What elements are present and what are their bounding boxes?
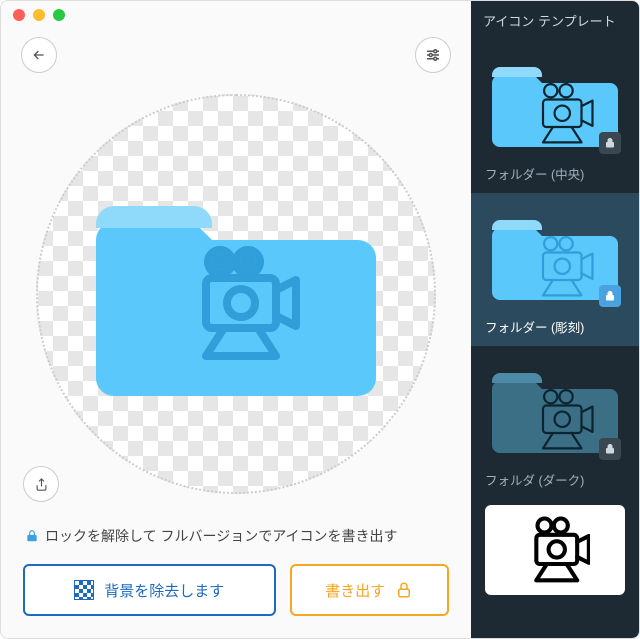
zoom-icon[interactable] [53, 9, 65, 21]
template-item-plain[interactable] [485, 505, 625, 595]
action-row: 背景を除去します 書き出す [1, 554, 471, 638]
template-sidebar: アイコン テンプレート フォルダー (中央) [471, 1, 639, 638]
lock-badge [599, 438, 621, 460]
titlebar [1, 1, 471, 29]
template-thumb [485, 201, 625, 311]
settings-button[interactable] [415, 37, 451, 73]
template-thumb [485, 354, 625, 464]
share-button[interactable] [23, 466, 59, 502]
sidebar-title: アイコン テンプレート [471, 1, 639, 40]
export-button[interactable]: 書き出す [290, 564, 449, 616]
template-item-dark[interactable]: フォルダ (ダーク) [471, 346, 639, 499]
remove-background-label: 背景を除去します [104, 580, 224, 601]
lock-badge [599, 132, 621, 154]
transparency-icon [74, 580, 94, 600]
lock-icon [395, 581, 413, 599]
close-icon[interactable] [13, 9, 25, 21]
back-button[interactable] [21, 37, 57, 73]
app-window: ロックを解除して フルバージョンでアイコンを書き出す 背景を除去します 書き出す… [0, 0, 640, 639]
template-thumb [485, 48, 625, 158]
lock-message-text: ロックを解除して フルバージョンでアイコンを書き出す [45, 526, 398, 546]
template-label: フォルダー (中央) [485, 158, 625, 189]
template-label: フォルダー (彫刻) [485, 311, 625, 342]
template-item-engraved[interactable]: フォルダー (彫刻) [471, 193, 639, 346]
export-label: 書き出す [325, 580, 385, 601]
window-controls [13, 9, 65, 21]
preview-area [1, 73, 471, 514]
preview-canvas[interactable] [36, 94, 436, 494]
remove-background-button[interactable]: 背景を除去します [23, 564, 276, 616]
template-item-center[interactable]: フォルダー (中央) [471, 40, 639, 193]
main-panel: ロックを解除して フルバージョンでアイコンを書き出す 背景を除去します 書き出す [1, 1, 471, 638]
top-toolbar [1, 29, 471, 73]
template-label: フォルダ (ダーク) [485, 464, 625, 495]
folder-icon [96, 186, 376, 411]
minimize-icon[interactable] [33, 9, 45, 21]
lock-badge [599, 285, 621, 307]
lock-message: ロックを解除して フルバージョンでアイコンを書き出す [1, 514, 471, 554]
lock-icon [25, 529, 39, 543]
